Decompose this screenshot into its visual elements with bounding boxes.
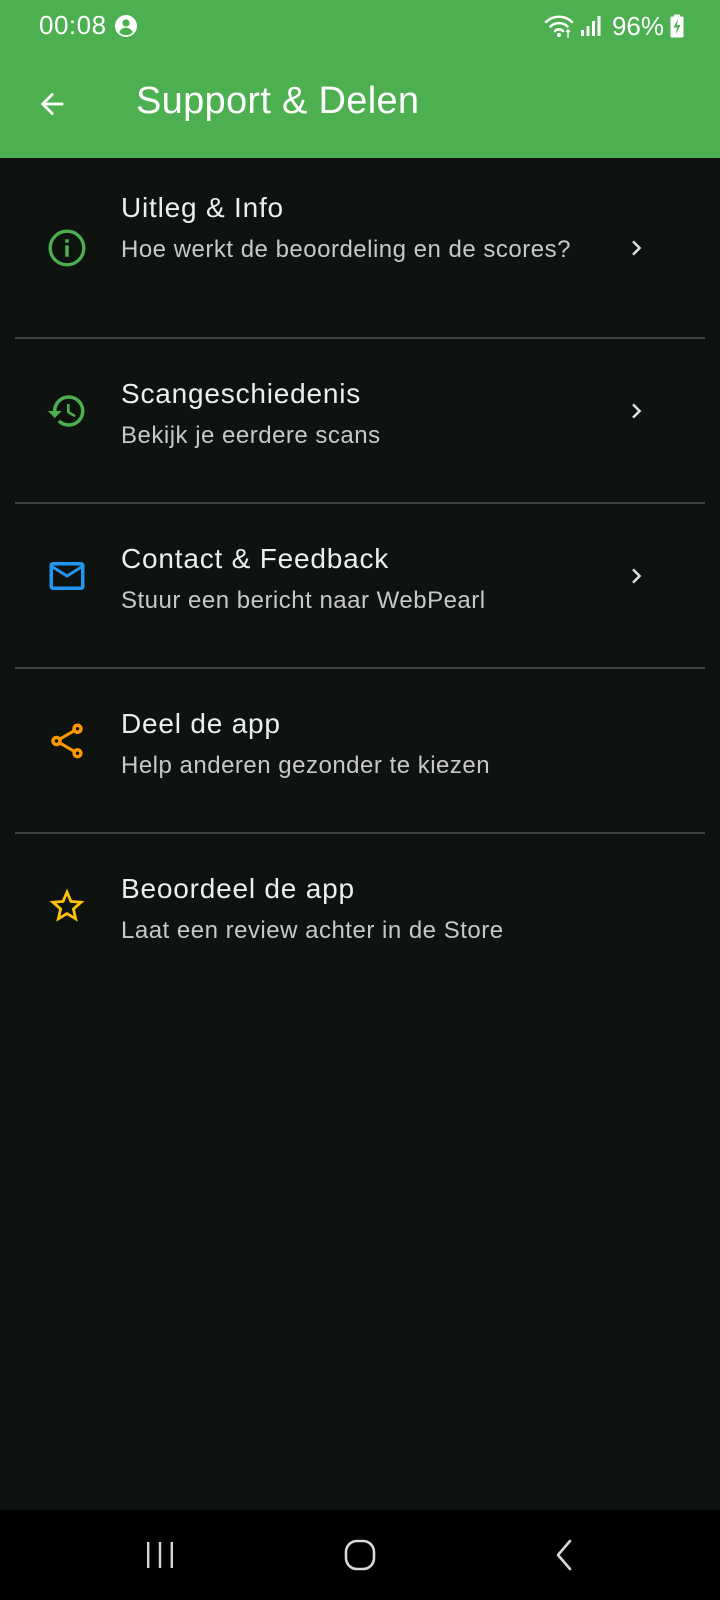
list-item-uitleg-info[interactable]: Uitleg & Info Hoe werkt de beoordeling e… [0,158,720,338]
wifi-icon [544,15,574,38]
item-subtitle: Laat een review achter in de Store [121,917,504,944]
history-icon [47,395,85,427]
item-subtitle: Bekijk je eerdere scans [121,422,381,449]
share-icon [51,723,83,759]
item-title: Deel de app [121,708,281,739]
page-title: Support & Delen [136,80,420,122]
item-title: Beoordeel de app [121,873,355,904]
item-title: Scangeschiedenis [121,378,362,409]
home-button[interactable] [330,1530,390,1580]
item-subtitle: Help anderen gezonder te kiezen [121,752,491,779]
list-item-beoordeel-de-app[interactable]: Beoordeel de app Laat een review achter … [0,834,720,998]
account-circle-icon [115,15,137,37]
arrow-back-icon [40,92,64,116]
item-title: Uitleg & Info [121,192,284,223]
item-title: Contact & Feedback [121,543,390,574]
list-item-scangeschiedenis[interactable]: Scangeschiedenis Bekijk je eerdere scans [0,339,720,503]
support-list: Uitleg & Info Hoe werkt de beoordeling e… [0,158,720,944]
toolbar: Support & Delen [0,62,720,148]
chevron-right-icon [632,403,642,419]
star-icon [49,888,85,922]
home-icon [344,1539,376,1571]
status-bar: 00:08 96% [0,0,720,52]
chevron-right-icon [632,240,642,256]
signal-icon [580,16,601,36]
system-navigation-bar [0,1510,720,1600]
system-back-button[interactable] [534,1530,594,1580]
back-button[interactable] [28,80,76,128]
recent-apps-icon [147,1542,173,1568]
recent-apps-button[interactable] [130,1530,190,1580]
status-right-group: 96% [544,10,684,42]
item-subtitle: Stuur een bericht naar WebPearl [121,587,486,614]
list-item-deel-de-app[interactable]: Deel de app Help anderen gezonder te kie… [0,669,720,833]
chevron-left-icon [556,1539,572,1571]
item-subtitle: Hoe werkt de beoordeling en de scores? [121,236,571,263]
app-bar: 00:08 96% Support & Delen [0,0,720,158]
status-time: 00:08 [39,10,107,40]
battery-percentage: 96% [611,10,664,41]
chevron-right-icon [632,568,642,584]
mail-icon [49,562,85,590]
list-item-contact-feedback[interactable]: Contact & Feedback Stuur een bericht naa… [0,504,720,668]
battery-charging-icon [670,14,684,38]
info-icon [48,229,86,267]
